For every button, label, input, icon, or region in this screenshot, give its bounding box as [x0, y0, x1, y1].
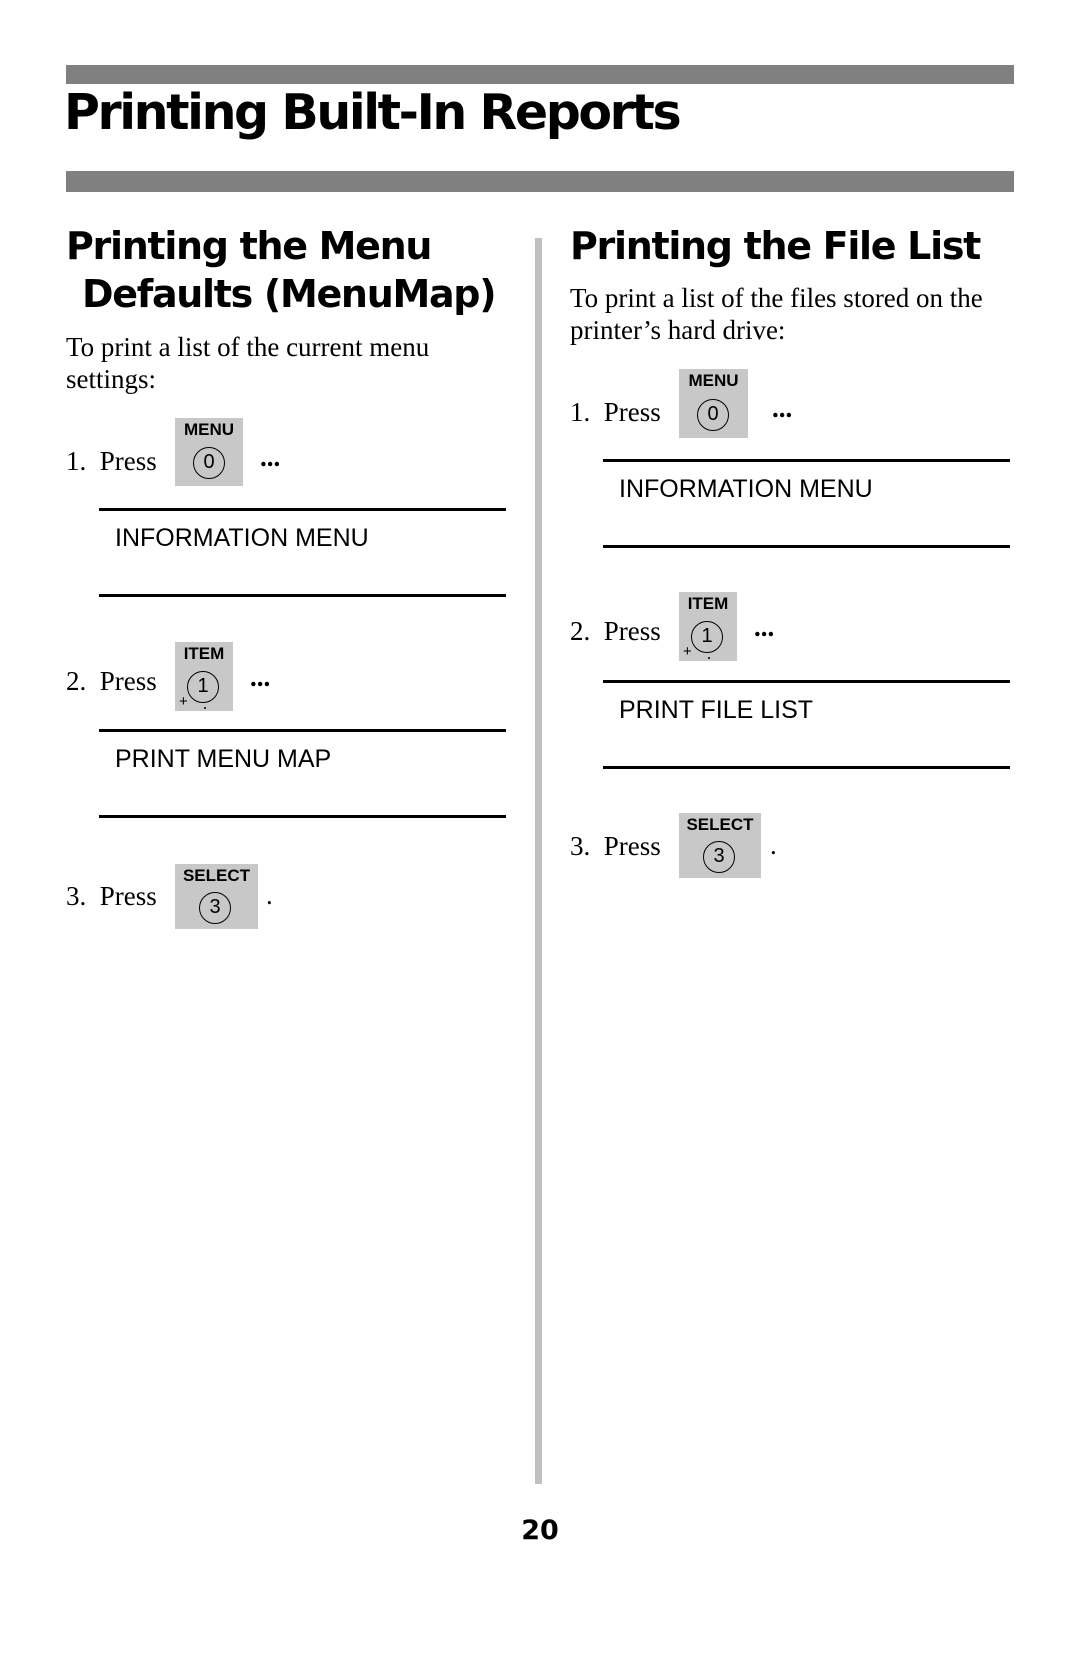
lcd-display-1: INFORMATION MENU [99, 508, 506, 597]
key-digit-circle: 3 [199, 892, 231, 924]
step-3: 3. Press SELECT 3 . [66, 862, 506, 934]
menu-key-button[interactable]: MENU 0 [679, 369, 748, 438]
dot-icon [708, 657, 710, 659]
lcd-display-1: INFORMATION MENU [603, 459, 1010, 548]
ellipsis: ... [754, 612, 775, 642]
menu-key-button[interactable]: MENU 0 [175, 418, 243, 486]
key-label: ITEM [183, 644, 225, 663]
lcd-display-2: PRINT MENU MAP [99, 729, 506, 818]
step-number: 3. Press [66, 881, 157, 911]
key-label: ITEM [687, 594, 729, 613]
step-1: 1. Press MENU 0 ... [570, 369, 1015, 441]
key-digit-circle: 0 [697, 399, 729, 431]
header-rule-bottom [66, 171, 1014, 192]
display-text: INFORMATION MENU [619, 475, 873, 503]
period: . [770, 830, 777, 860]
ellipsis: ... [260, 442, 281, 472]
key-label: SELECT [182, 866, 251, 885]
key-label: MENU [183, 420, 235, 439]
section-intro: To print a list of the current menu sett… [66, 332, 430, 394]
display-text: PRINT FILE LIST [619, 696, 814, 724]
step-1: 1. Press MENU 0 ... [66, 418, 506, 490]
step-2: 2. Press ITEM 1 + ... [570, 590, 1015, 662]
step-number: 1. Press [570, 397, 661, 427]
key-label: MENU [688, 371, 739, 390]
section-heading-line2: Defaults (MenuMap) [82, 272, 497, 316]
key-label: SELECT [686, 815, 754, 834]
step-number: 2. Press [66, 666, 157, 696]
section-intro: To print a list of the files stored on t… [570, 283, 983, 345]
plus-icon: + [683, 643, 692, 660]
page-number: 20 [521, 1515, 559, 1546]
plus-icon: + [179, 693, 188, 710]
step-3: 3. Press SELECT 3 . [570, 812, 1015, 884]
dot-icon [204, 707, 206, 709]
step-number: 2. Press [570, 616, 661, 646]
ellipsis: ... [250, 662, 271, 692]
key-digit-circle: 1 [691, 621, 723, 653]
display-text: INFORMATION MENU [115, 524, 369, 552]
page-title: Printing Built-In Reports [64, 84, 682, 141]
period: . [266, 880, 273, 910]
step-number: 1. Press [66, 446, 157, 476]
section-heading: Printing the File List [570, 224, 981, 268]
key-digit-circle: 1 [187, 671, 219, 703]
column-divider [535, 238, 542, 1484]
key-digit-circle: 0 [193, 447, 225, 479]
item-key-button[interactable]: ITEM 1 + [679, 592, 737, 661]
select-key-button[interactable]: SELECT 3 [175, 864, 258, 929]
lcd-display-2: PRINT FILE LIST [603, 680, 1010, 769]
ellipsis: ... [772, 393, 793, 423]
select-key-button[interactable]: SELECT 3 [679, 813, 761, 878]
item-key-button[interactable]: ITEM 1 + [175, 642, 233, 711]
key-digit-circle: 3 [703, 841, 735, 873]
display-text: PRINT MENU MAP [115, 745, 332, 773]
section-heading-line1: Printing the Menu [66, 224, 432, 268]
step-2: 2. Press ITEM 1 + ... [66, 640, 506, 712]
header-rule-top [66, 65, 1014, 84]
step-number: 3. Press [570, 831, 661, 861]
